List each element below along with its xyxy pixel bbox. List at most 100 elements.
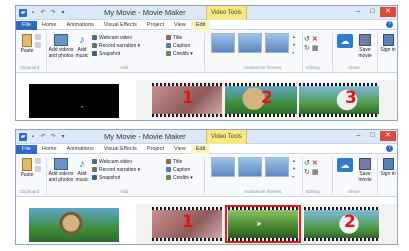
maximize-icon[interactable]: □ (366, 131, 379, 141)
add-videos-button[interactable]: Add videos and photos (48, 34, 74, 59)
onedrive-button[interactable]: ☁ (336, 34, 354, 49)
copy-icon[interactable] (35, 42, 41, 48)
clip-thumbnail[interactable]: 1 (152, 207, 222, 241)
tab-home[interactable]: Home (37, 21, 62, 30)
paste-icon (22, 34, 32, 47)
theme-thumbnail[interactable] (238, 157, 262, 177)
delete-icon[interactable]: ✕ (312, 160, 318, 167)
sign-in-button[interactable]: Sign in (380, 158, 396, 177)
save-icon[interactable]: ▪ (29, 9, 37, 17)
rotate-right-icon[interactable]: ↻ (304, 169, 310, 176)
select-all-icon[interactable]: ▦ (312, 169, 319, 176)
ribbon: Paste Add videos and photos ♪ Add music … (16, 31, 397, 73)
paste-button[interactable]: Paste (19, 34, 35, 54)
record-narration-button[interactable]: Record narration ▾ (92, 167, 140, 173)
snapshot-label: Snapshot (99, 175, 121, 181)
rotate-left-icon[interactable]: ↺ (304, 160, 310, 167)
tab-visual-effects[interactable]: Visual Effects (99, 145, 142, 154)
cut-icon[interactable] (35, 158, 41, 164)
credits-button[interactable]: Credits ▾ (166, 51, 193, 57)
onedrive-button[interactable]: ☁ (336, 158, 354, 173)
video-preview[interactable] (29, 208, 119, 242)
expand-gallery-icon[interactable]: ▾ (292, 173, 298, 181)
maximize-icon[interactable]: □ (366, 7, 379, 17)
webcam-button[interactable]: Webcam video (92, 35, 140, 41)
webcam-button[interactable]: Webcam video (92, 159, 140, 165)
tab-view[interactable]: View (169, 21, 191, 30)
tab-animations[interactable]: Animations (62, 145, 99, 154)
add-music-button[interactable]: ♪ Add music (75, 34, 89, 59)
close-icon[interactable]: ✕ (380, 131, 396, 141)
clip-thumbnail[interactable]: 1 (152, 83, 222, 117)
cut-icon[interactable] (35, 34, 41, 40)
tab-home[interactable]: Home (37, 145, 62, 154)
paste-button[interactable]: Paste (19, 158, 35, 178)
expand-gallery-icon[interactable]: ▾ (292, 49, 298, 57)
chevron-up-icon[interactable]: ▲ (292, 157, 298, 165)
tab-project[interactable]: Project (142, 21, 169, 30)
clip-number: 2 (344, 212, 356, 232)
add-music-button[interactable]: ♪ Add music (75, 158, 89, 183)
tab-edit[interactable]: Edit (190, 20, 211, 30)
title-button[interactable]: Title (166, 159, 193, 165)
tab-file[interactable]: File (16, 144, 37, 154)
add-videos-button[interactable]: Add videos and photos (48, 158, 74, 183)
save-movie-button[interactable]: Save movie (356, 158, 374, 183)
tab-view[interactable]: View (169, 145, 191, 154)
tab-visual-effects[interactable]: Visual Effects (99, 21, 142, 30)
gallery-scroll[interactable]: ▲ ▼ ▾ (292, 33, 298, 57)
title-button[interactable]: Title (166, 35, 193, 41)
group-label-editing: Editing (306, 65, 320, 70)
minimize-icon[interactable]: – (352, 7, 365, 17)
tab-edit[interactable]: Edit (190, 144, 211, 154)
save-movie-button[interactable]: Save movie (356, 34, 374, 59)
chevron-down-icon[interactable]: ▾ (59, 9, 67, 17)
theme-thumbnail[interactable] (265, 157, 289, 177)
chevron-down-icon[interactable]: ▼ (292, 41, 298, 49)
app-logo-icon[interactable]: ▰ (19, 133, 27, 141)
undo-icon[interactable]: ↶ (39, 133, 47, 141)
clip-thumbnail[interactable]: 3 (299, 83, 379, 117)
credits-label: Credits (173, 175, 189, 181)
video-preview[interactable]: ▪▪ (29, 84, 119, 118)
redo-icon[interactable]: ↷ (49, 133, 57, 141)
record-narration-button[interactable]: Record narration ▾ (92, 43, 140, 49)
snapshot-button[interactable]: Snapshot (92, 175, 140, 181)
help-icon[interactable]: ? (386, 21, 393, 28)
chevron-up-icon[interactable]: ▲ (292, 33, 298, 41)
rotate-right-icon[interactable]: ↻ (304, 45, 310, 52)
theme-thumbnail[interactable] (211, 33, 235, 53)
delete-icon[interactable]: ✕ (312, 36, 318, 43)
sign-in-button[interactable]: Sign in (380, 34, 396, 53)
theme-thumbnail[interactable] (238, 33, 262, 53)
tab-animations[interactable]: Animations (62, 21, 99, 30)
clip-thumbnail[interactable]: 2 (304, 207, 379, 241)
theme-thumbnail[interactable] (211, 157, 235, 177)
gallery-scroll[interactable]: ▲ ▼ ▾ (292, 157, 298, 181)
chevron-down-icon[interactable]: ▼ (292, 165, 298, 173)
clip-frame (299, 86, 379, 114)
group-label-add: Add (120, 65, 129, 70)
caption-button[interactable]: Caption (166, 43, 193, 49)
close-icon[interactable]: ✕ (380, 7, 396, 17)
tab-file[interactable]: File (16, 20, 37, 30)
save-icon[interactable]: ▪ (29, 133, 37, 141)
window-title: My Movie - Movie Maker (104, 8, 186, 17)
copy-icon[interactable] (35, 166, 41, 172)
theme-thumbnail[interactable] (265, 33, 289, 53)
credits-button[interactable]: Credits ▾ (166, 175, 193, 181)
undo-icon[interactable]: ↶ (39, 9, 47, 17)
caption-button[interactable]: Caption (166, 167, 193, 173)
help-icon[interactable]: ? (386, 145, 393, 152)
app-logo-icon[interactable]: ▰ (19, 9, 27, 17)
redo-icon[interactable]: ↷ (49, 9, 57, 17)
select-all-icon[interactable]: ▦ (312, 45, 319, 52)
minimize-icon[interactable]: – (352, 131, 365, 141)
clip-thumbnail[interactable]: 2 (225, 83, 297, 117)
snapshot-button[interactable]: Snapshot (92, 51, 140, 57)
chevron-down-icon[interactable]: ▾ (59, 133, 67, 141)
quick-access-toolbar: ▰ ▪ ↶ ↷ ▾ (19, 133, 67, 141)
rotate-left-icon[interactable]: ↺ (304, 36, 310, 43)
tab-project[interactable]: Project (142, 145, 169, 154)
microphone-icon (92, 43, 97, 48)
